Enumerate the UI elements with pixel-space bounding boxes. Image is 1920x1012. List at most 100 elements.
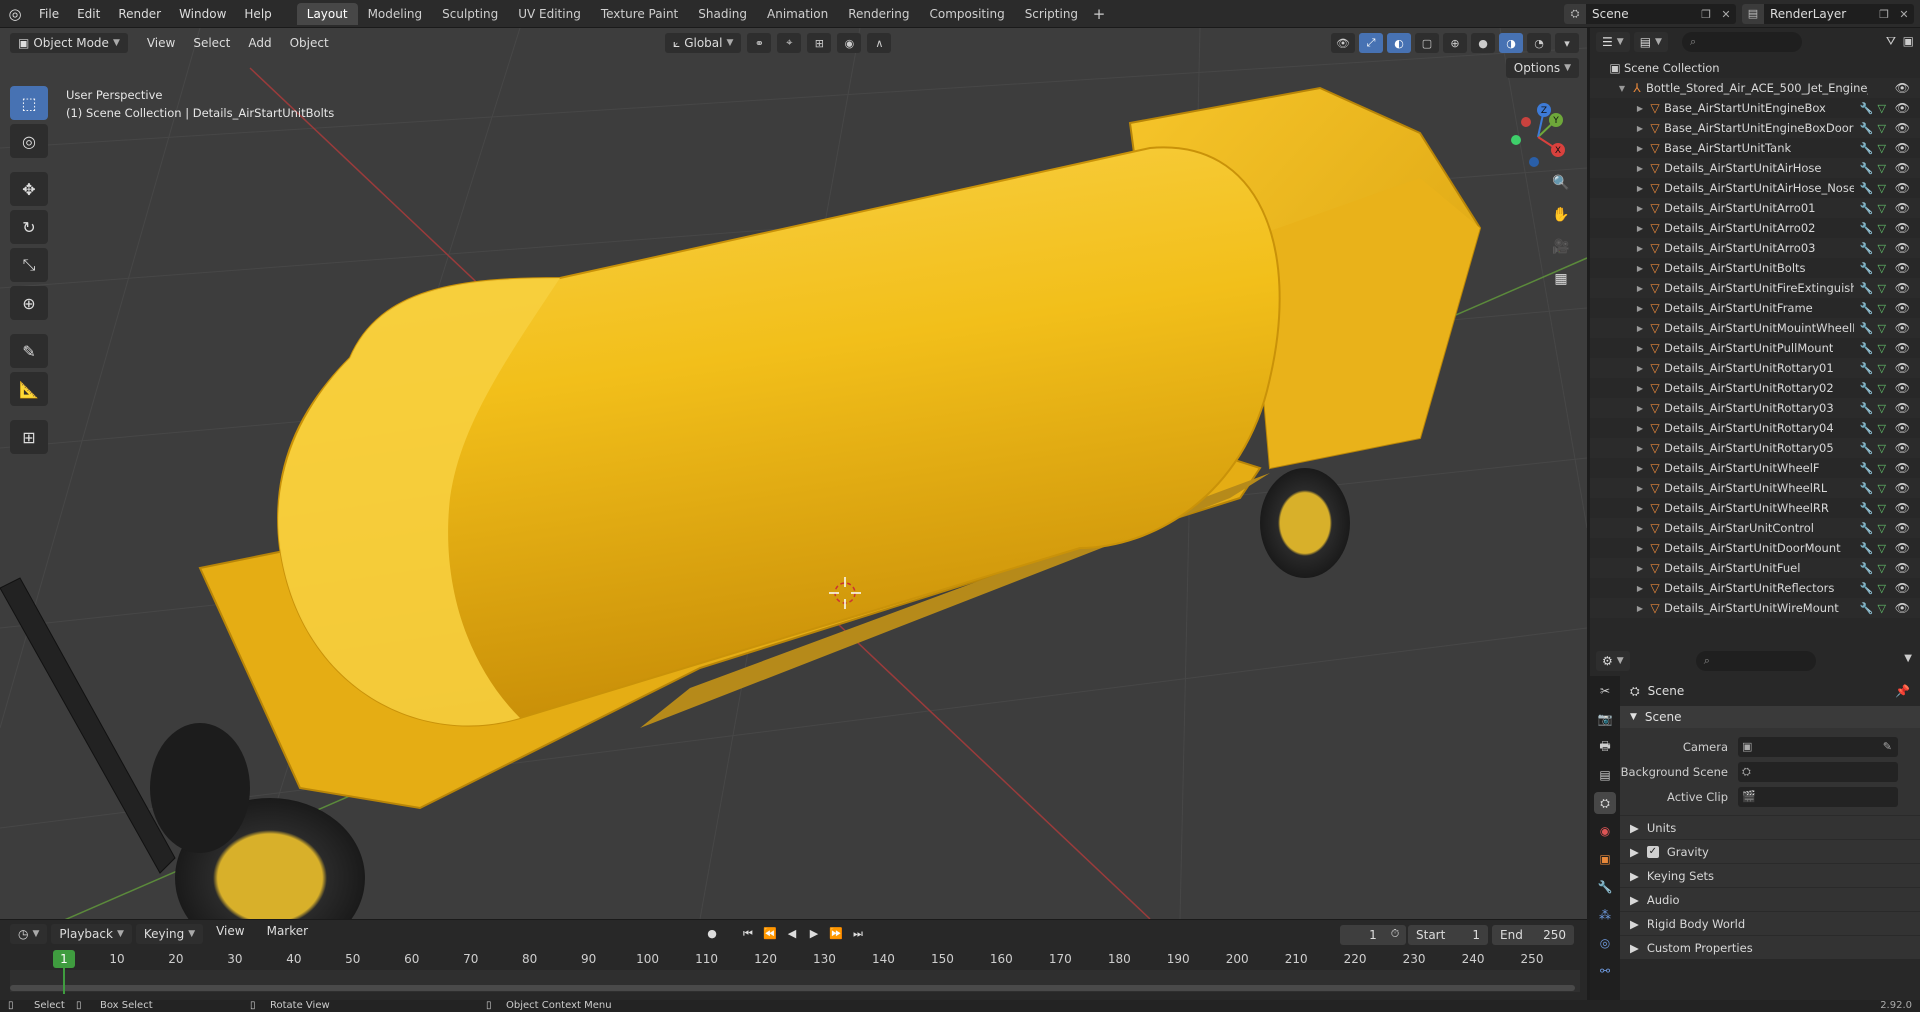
expand-arrow-icon[interactable]: ▶ (1634, 324, 1646, 333)
menu-file[interactable]: File (30, 0, 68, 28)
modifier-wrench-icon[interactable]: 🔧 (1860, 422, 1874, 435)
view-layer-name[interactable]: RenderLayer (1764, 7, 1874, 21)
visibility-eye-icon[interactable]: 👁 (1895, 358, 1910, 378)
timeline-editor[interactable]: ◷ ▼ Playback ▼ Keying ▼ View Marker ● ⏮ ⏪ ◀ ▶… (0, 919, 1587, 1000)
timeline-menu-view[interactable]: View (207, 924, 253, 944)
tab-texture-paint[interactable]: Texture Paint (591, 3, 688, 25)
outliner-object-row[interactable]: ▶ ▽ Details_AirStartUnitArro03 🔧 ▽ 👁 (1590, 238, 1920, 258)
properties-editor[interactable]: ⚙ ▼ ⌕ ▼ ✂ 📷 🖶 ▤ ⛭ ◉ ▣ 🔧 ⁂ ◎ ⚯ ⛭ Scene 📌 … (1590, 646, 1920, 1000)
expand-arrow-icon[interactable]: ▶ (1634, 224, 1646, 233)
visibility-icon[interactable]: 👁 (1331, 33, 1355, 53)
subpanel-audio[interactable]: ▶ Audio (1620, 887, 1920, 911)
camera-view-icon[interactable]: 🎥 (1547, 234, 1575, 260)
expand-arrow-icon[interactable]: ▶ (1634, 104, 1646, 113)
world-tab-icon[interactable]: ◉ (1594, 820, 1616, 842)
play-reverse-icon[interactable]: ◀ (783, 925, 801, 943)
mesh-data-icon[interactable]: ▽ (1878, 222, 1886, 235)
solid-shading-icon[interactable]: ● (1471, 33, 1495, 53)
outliner-object-row[interactable]: ▶ ▽ Details_AirStartUnitArro01 🔧 ▽ 👁 (1590, 198, 1920, 218)
modifier-wrench-icon[interactable]: 🔧 (1860, 482, 1874, 495)
modifier-wrench-icon[interactable]: 🔧 (1860, 362, 1874, 375)
mesh-data-icon[interactable]: ▽ (1878, 582, 1886, 595)
outliner-object-row[interactable]: ▶ ▽ Details_AirStartUnitPullMount 🔧 ▽ 👁 (1590, 338, 1920, 358)
outliner-object-row[interactable]: ▶ ▽ Base_AirStartUnitEngineBox 🔧 ▽ 👁 (1590, 98, 1920, 118)
expand-arrow-icon[interactable]: ▶ (1634, 424, 1646, 433)
options-button[interactable]: Options ▼ (1505, 58, 1579, 78)
outliner-object-row[interactable]: ▶ ▽ Details_AirStartUnitAirHose_Nose 🔧 ▽ 👁 (1590, 178, 1920, 198)
scene-name[interactable]: Scene (1586, 7, 1696, 21)
mesh-data-icon[interactable]: ▽ (1878, 522, 1886, 535)
visibility-eye-icon[interactable]: 👁 (1895, 238, 1910, 258)
pin-icon[interactable]: 📌 (1895, 684, 1910, 698)
collection-row[interactable]: ▼ ⅄ Bottle_Stored_Air_ACE_500_Jet_Engine… (1590, 78, 1920, 98)
tool-tab-icon[interactable]: ✂ (1594, 680, 1616, 702)
modifier-wrench-icon[interactable]: 🔧 (1860, 182, 1874, 195)
mesh-data-icon[interactable]: ▽ (1878, 402, 1886, 415)
visibility-eye-icon[interactable]: 👁 (1895, 218, 1910, 238)
outliner-object-row[interactable]: ▶ ▽ Details_AirStarUnitControl 🔧 ▽ 👁 (1590, 518, 1920, 538)
expand-arrow-icon[interactable]: ▶ (1634, 204, 1646, 213)
expand-arrow-icon[interactable]: ▶ (1634, 144, 1646, 153)
visibility-eye-icon[interactable]: 👁 (1895, 438, 1910, 458)
pan-hand-icon[interactable]: ✋ (1547, 202, 1575, 228)
snap-target-icon[interactable]: ⊞ (807, 33, 832, 53)
mesh-data-icon[interactable]: ▽ (1878, 282, 1886, 295)
tab-modeling[interactable]: Modeling (358, 3, 433, 25)
visibility-eye-icon[interactable]: 👁 (1895, 98, 1910, 118)
modifier-wrench-icon[interactable]: 🔧 (1860, 542, 1874, 555)
tab-rendering[interactable]: Rendering (838, 3, 919, 25)
select-box-icon[interactable]: ⬚ (10, 86, 48, 120)
visibility-eye-icon[interactable]: 👁 (1895, 398, 1910, 418)
tab-sculpting[interactable]: Sculpting (432, 3, 508, 25)
frame-ruler[interactable]: 10 20 30 40 50 60 70 80 90 100 110 120 130 140 150 160 1… (10, 950, 1580, 970)
blender-logo-icon[interactable]: ◎ (0, 0, 30, 28)
outliner-editor[interactable]: ☰ ▼ ▤ ▼ ⌕ ⛛ ▣ ▣ Scene Collection ▼ ⅄ Bot… (1590, 28, 1920, 646)
scale-icon[interactable]: ⤡ (10, 248, 48, 282)
expand-arrow-icon[interactable]: ▶ (1634, 284, 1646, 293)
view-layer-tab-icon[interactable]: ▤ (1594, 764, 1616, 786)
visibility-eye-icon[interactable]: 👁 (1895, 138, 1910, 158)
tab-animation[interactable]: Animation (757, 3, 838, 25)
menu-window[interactable]: Window (170, 0, 235, 28)
jump-end-icon[interactable]: ⏭ (849, 925, 867, 943)
modifier-wrench-icon[interactable]: 🔧 (1860, 522, 1874, 535)
subpanel-keying-sets[interactable]: ▶ Keying Sets (1620, 863, 1920, 887)
add-workspace-button[interactable]: + (1088, 3, 1110, 25)
zoom-icon[interactable]: 🔍 (1547, 170, 1575, 196)
visibility-eye-icon[interactable]: 👁 (1895, 578, 1910, 598)
annotate-icon[interactable]: ✎ (10, 334, 48, 368)
expand-arrow-icon[interactable]: ▶ (1634, 124, 1646, 133)
cursor-icon[interactable]: ◎ (10, 124, 48, 158)
mesh-data-icon[interactable]: ▽ (1878, 202, 1886, 215)
visibility-eye-icon[interactable]: 👁 (1895, 518, 1910, 538)
tab-shading[interactable]: Shading (688, 3, 757, 25)
mesh-data-icon[interactable]: ▽ (1878, 562, 1886, 575)
expand-arrow-icon[interactable]: ▶ (1634, 524, 1646, 533)
scene-selector[interactable]: ⛭ Scene ❐ ✕ (1564, 4, 1736, 24)
outliner-object-row[interactable]: ▶ ▽ Details_AirStartUnitDoorMount 🔧 ▽ 👁 (1590, 538, 1920, 558)
overlay-toggle-icon[interactable]: ◐ (1387, 33, 1411, 53)
outliner-object-row[interactable]: ▶ ▽ Details_AirStartUnitFrame 🔧 ▽ 👁 (1590, 298, 1920, 318)
modifier-wrench-icon[interactable]: 🔧 (1860, 402, 1874, 415)
outliner-object-row[interactable]: ▶ ▽ Base_AirStartUnitEngineBoxDoor 🔧 ▽ 👁 (1590, 118, 1920, 138)
outliner-object-row[interactable]: ▶ ▽ Details_AirStartUnitRottary05 🔧 ▽ 👁 (1590, 438, 1920, 458)
expand-arrow-icon[interactable]: ▶ (1634, 184, 1646, 193)
modifier-wrench-icon[interactable]: 🔧 (1860, 562, 1874, 575)
menu-help[interactable]: Help (235, 0, 280, 28)
mesh-data-icon[interactable]: ▽ (1878, 362, 1886, 375)
outliner-object-row[interactable]: ▶ ▽ Details_AirStartUnitReflectors 🔧 ▽ 👁 (1590, 578, 1920, 598)
visibility-eye-icon[interactable]: 👁 (1895, 78, 1910, 98)
viewport-menu-object[interactable]: Object (281, 36, 338, 50)
prev-keyframe-icon[interactable]: ⏪ (761, 925, 779, 943)
pivot-point-icon[interactable]: ⚭ (747, 33, 772, 53)
mesh-data-icon[interactable]: ▽ (1878, 302, 1886, 315)
background-scene-field[interactable]: ⛭ (1738, 761, 1898, 782)
outliner-object-row[interactable]: ▶ ▽ Details_AirStartUnitFuel 🔧 ▽ 👁 (1590, 558, 1920, 578)
jump-start-icon[interactable]: ⏮ (739, 925, 757, 943)
modifier-wrench-icon[interactable]: 🔧 (1860, 282, 1874, 295)
modifier-wrench-icon[interactable]: 🔧 (1860, 302, 1874, 315)
timeline-menu-marker[interactable]: Marker (258, 924, 317, 944)
navigation-gizmo[interactable]: Y Z X (1498, 92, 1578, 182)
tab-layout[interactable]: Layout (296, 2, 358, 25)
mesh-data-icon[interactable]: ▽ (1878, 122, 1886, 135)
